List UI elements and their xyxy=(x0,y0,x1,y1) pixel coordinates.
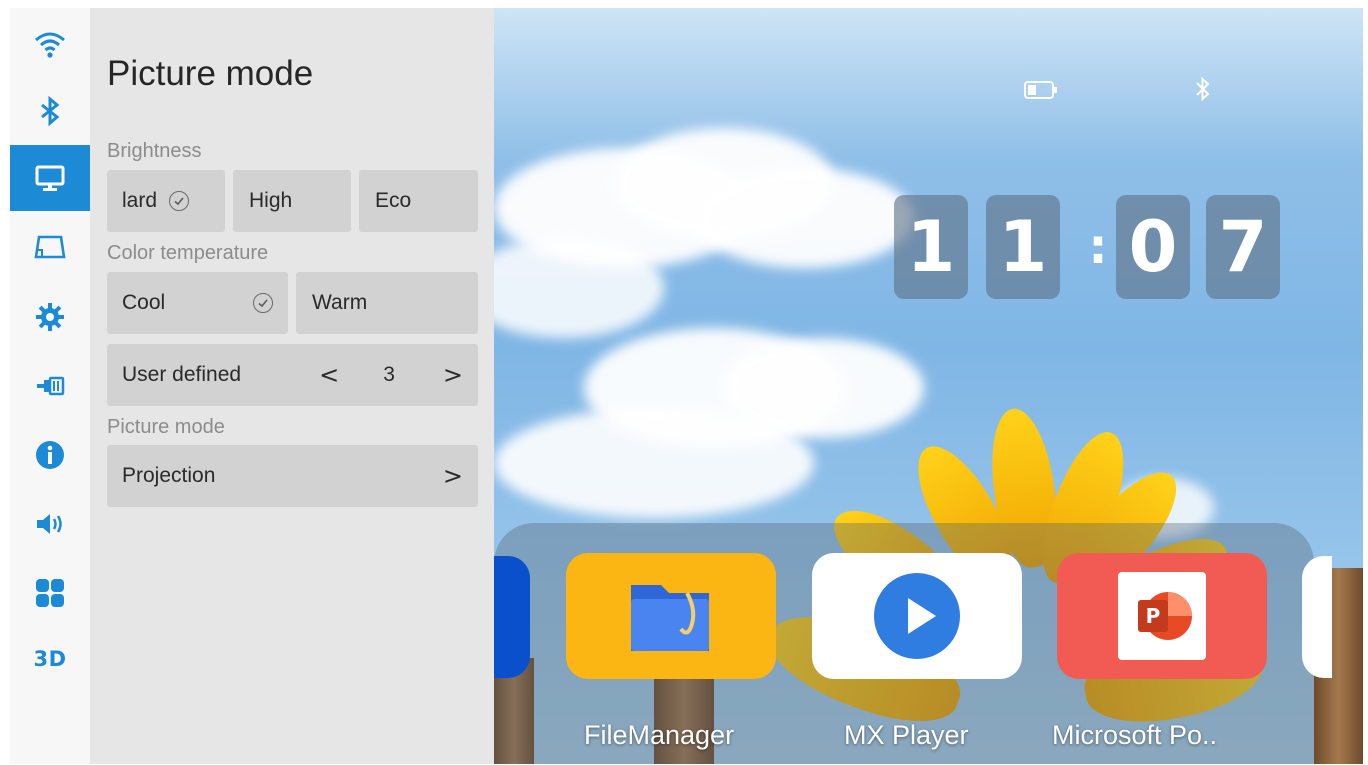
picture-mode-value: Projection xyxy=(122,464,216,487)
color-temp-warm-label: Warm xyxy=(312,291,368,314)
display-icon xyxy=(35,165,65,191)
rail-item-wifi[interactable] xyxy=(10,12,90,78)
bluetooth-icon xyxy=(41,95,60,127)
user-defined-prev-arrow[interactable]: < xyxy=(319,361,339,389)
color-temp-cool-button[interactable]: Cool xyxy=(107,272,288,334)
brightness-eco-button[interactable]: Eco xyxy=(359,170,478,232)
app-tile-mxplayer[interactable] xyxy=(812,553,1022,679)
brightness-high-label: High xyxy=(249,189,293,212)
app-label-mxplayer: MX Player xyxy=(844,720,969,750)
check-circle-icon xyxy=(169,191,190,211)
user-defined-next-arrow[interactable]: > xyxy=(443,361,463,389)
rail-item-settings[interactable] xyxy=(10,284,90,350)
app-label-filemanager: FileManager xyxy=(584,720,735,750)
gear-icon xyxy=(36,303,64,331)
brightness-standard-button[interactable]: lard xyxy=(107,170,225,232)
svg-text:P: P xyxy=(1146,604,1161,628)
clock-minute-units: 7 xyxy=(1206,195,1280,299)
powerpoint-icon: P xyxy=(1118,572,1206,660)
play-icon xyxy=(874,573,960,659)
brightness-label: Brightness xyxy=(107,140,202,162)
color-temp-warm-button[interactable]: Warm xyxy=(296,272,478,334)
clock-hour-units: 1 xyxy=(986,195,1060,299)
rail-item-projection[interactable] xyxy=(10,214,90,280)
rail-item-sound[interactable] xyxy=(10,491,90,557)
user-defined-label: User defined xyxy=(122,363,242,386)
clock-hour-tens: 1 xyxy=(894,195,968,299)
clock-minute-tens: 0 xyxy=(1116,195,1190,299)
user-defined-value: 3 xyxy=(383,363,395,386)
rail-item-input-source[interactable] xyxy=(10,353,90,419)
color-temp-cool-label: Cool xyxy=(122,291,166,314)
picture-mode-label: Picture mode xyxy=(107,416,225,438)
rail-item-info[interactable] xyxy=(10,422,90,488)
check-circle-icon xyxy=(253,293,273,313)
brightness-high-button[interactable]: High xyxy=(233,170,351,232)
settings-category-rail: 3D xyxy=(10,8,90,764)
color-temperature-label: Color temperature xyxy=(107,242,269,264)
settings-panel: Picture mode Brightness lard High Eco Co… xyxy=(90,8,494,764)
app-label-powerpoint: Microsoft Po.. xyxy=(1052,720,1218,750)
app-tile-powerpoint[interactable]: P xyxy=(1057,553,1267,679)
tv-screen: 1 1 : 0 7 FileManager MX Player P Micros… xyxy=(10,8,1363,764)
battery-icon xyxy=(1024,80,1058,105)
3d-label: 3D xyxy=(33,647,67,671)
panel-title: Picture mode xyxy=(107,54,314,93)
apps-icon xyxy=(36,579,64,607)
color-temp-user-defined-row[interactable]: User defined < 3 > xyxy=(107,344,478,406)
launcher-wallpaper: 1 1 : 0 7 FileManager MX Player P Micros… xyxy=(464,8,1363,764)
app-tile-filemanager[interactable] xyxy=(566,553,776,679)
rail-item-bluetooth[interactable] xyxy=(10,78,90,144)
input-source-icon xyxy=(37,376,65,396)
projection-icon xyxy=(34,235,66,259)
clock-colon: : xyxy=(1088,219,1108,275)
rail-item-3d[interactable]: 3D xyxy=(10,626,90,692)
picture-mode-next-arrow: > xyxy=(442,462,463,490)
folder-icon xyxy=(631,585,709,651)
picture-mode-select[interactable]: Projection > xyxy=(107,445,478,507)
wifi-icon xyxy=(35,32,65,58)
info-icon xyxy=(36,441,64,469)
bluetooth-status-icon xyxy=(1194,76,1212,107)
brightness-eco-label: Eco xyxy=(375,189,412,212)
volume-icon xyxy=(37,514,62,534)
brightness-standard-label: lard xyxy=(122,189,158,212)
partial-app-tile-right[interactable] xyxy=(1302,556,1332,678)
rail-item-display[interactable] xyxy=(10,145,90,211)
rail-item-apps[interactable] xyxy=(10,560,90,626)
